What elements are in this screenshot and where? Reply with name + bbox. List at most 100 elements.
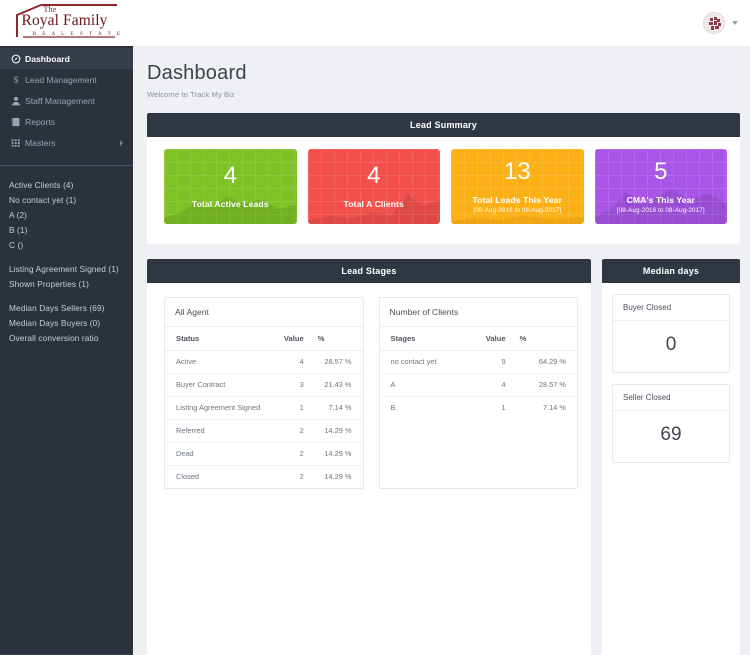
table-row[interactable]: Listing Agreement Signed 1 7.14 % [165, 396, 363, 420]
cell-value: 2 [299, 471, 304, 481]
summary-card-total-leads-this-year[interactable]: 13 Total Leads This Year [08-Aug-2016 to… [451, 149, 584, 224]
cell-percent: 7.14 % [542, 402, 566, 412]
cell-value: 4 [463, 373, 514, 397]
summary-card-value: 4 [367, 162, 381, 189]
median-days-header: Median days [602, 259, 740, 283]
col-value: Value [463, 327, 514, 351]
table-row[interactable]: Dead 2 14.29 % [165, 442, 363, 466]
stat-shown-properties: Shown Properties (1) [9, 279, 89, 289]
table-row[interactable]: B 1 7.14 % [380, 396, 578, 418]
sidebar-stats: Active Clients (4) No contact yet (1) A … [0, 166, 133, 346]
summary-card-label: Total A Clients [343, 199, 404, 209]
chevron-down-icon[interactable] [732, 21, 738, 25]
median-card-value: 69 [660, 424, 682, 445]
col-status: Status [165, 327, 272, 351]
stat-active-clients: Active Clients (4) [9, 180, 74, 190]
number-of-clients-title: Number of Clients [379, 298, 577, 327]
cell-percent: 64.29 % [513, 350, 577, 374]
col-percent: % [513, 327, 577, 351]
page-subtitle: Welcome to Track My Biz [147, 90, 235, 99]
number-of-clients-table: Stages Value % no contact yet 9 64.29 % … [379, 327, 578, 419]
dollar-icon: $ [11, 74, 25, 85]
logo-tagline-text: R E A L E S T A T E [32, 31, 123, 37]
cell-percent: 14.29 % [324, 471, 352, 481]
cell-value: 1 [271, 396, 312, 420]
stat-c: C () [9, 240, 24, 250]
dashboard-icon [11, 54, 25, 64]
all-agent-table: Status Value % Active 4 28.57 % Buyer Co… [165, 327, 363, 488]
median-card-label: Buyer Closed [613, 295, 729, 321]
summary-card-date: [08-Aug-2016 to 08-Aug-2017] [616, 206, 705, 214]
cell-percent: 7.14 % [311, 396, 363, 420]
user-icon [11, 96, 25, 106]
median-card-seller-closed: Seller Closed 69 [612, 384, 730, 463]
lead-stages-body: All Agent Status Value % Active 4 28.57 … [147, 283, 591, 655]
cell-percent: 28.57 % [311, 350, 363, 374]
col-value: Value [271, 327, 312, 351]
lower-row: Lead Stages All Agent Status Value % Act… [147, 259, 740, 655]
summary-card-total-a-clients[interactable]: 4 Total A Clients [307, 149, 440, 224]
sidebar-item-label: Reports [25, 116, 56, 127]
cell-value: 3 [271, 373, 312, 397]
summary-card-value: 13 [503, 157, 531, 185]
sidebar-item-lead-management[interactable]: $ Lead Management [0, 69, 133, 90]
main-content: Dashboard Welcome to Track My Biz Lead S… [133, 46, 750, 655]
page-title: Dashboard [147, 62, 247, 84]
avatar[interactable] [703, 12, 725, 34]
all-agent-card: All Agent Status Value % Active 4 28.57 … [164, 297, 364, 489]
stat-median-days-sellers: Median Days Sellers (69) [9, 303, 105, 313]
table-row[interactable]: Referred 2 14.29 % [165, 419, 363, 443]
sidebar-item-label: Lead Management [25, 74, 97, 85]
brand-logo[interactable]: The Royal Family R E A L E S T A T E [0, 0, 133, 46]
median-card-value: 0 [665, 334, 677, 355]
summary-card-cmas-this-year[interactable]: 5 CMA's This Year [08-Aug-2016 to 08-Aug… [594, 149, 727, 224]
stat-gap [9, 292, 133, 301]
lead-stages-panel: Lead Stages All Agent Status Value % Act… [147, 259, 591, 655]
cell-value: 4 [271, 350, 312, 374]
lead-summary-panel: Lead Summary 4 Total Active Leads 4 Tota… [147, 113, 740, 244]
table-row[interactable]: Buyer Contract 3 21.43 % [165, 373, 363, 397]
cell-stage: A [379, 373, 464, 397]
cell-value: 9 [463, 350, 514, 374]
grid-icon [11, 138, 25, 148]
sidebar-item-dashboard[interactable]: Dashboard [0, 48, 133, 69]
sidebar-item-label: Dashboard [25, 53, 70, 64]
summary-card-total-active-leads[interactable]: 4 Total Active Leads [164, 149, 297, 224]
sidebar-nav: Dashboard $ Lead Management Staff Manage… [0, 46, 133, 153]
table-row[interactable]: Closed 2 14.29 % [165, 465, 363, 487]
median-card-buyer-closed: Buyer Closed 0 [612, 294, 730, 373]
table-row[interactable]: Active 4 28.57 % [165, 350, 363, 374]
table-row[interactable]: no contact yet 9 64.29 % [379, 350, 577, 374]
col-stages: Stages [379, 327, 464, 351]
cell-stage: no contact yet [379, 350, 464, 374]
logo-name-text: Royal Family [21, 12, 108, 29]
page-header: Dashboard Welcome to Track My Biz [133, 46, 750, 99]
cell-stage: B [390, 402, 396, 412]
summary-card-date: [08-Aug-2016 to 08-Aug-2017] [473, 206, 562, 214]
avatar-image [704, 13, 724, 33]
cell-value: 2 [271, 442, 312, 466]
stat-overall-conversion: Overall conversion ratio [9, 333, 99, 343]
stat-b: B (1) [9, 225, 28, 235]
table-row[interactable]: A 4 28.57 % [379, 373, 577, 397]
stat-a: A (2) [9, 210, 28, 220]
svg-text:$: $ [14, 75, 19, 85]
chevron-right-icon [120, 139, 123, 146]
sidebar-item-label: Staff Management [25, 95, 96, 106]
stat-no-contact-yet: No contact yet (1) [9, 195, 77, 205]
stat-listing-agreement-signed: Listing Agreement Signed (1) [9, 264, 119, 274]
sidebar-item-reports[interactable]: Reports [0, 111, 133, 132]
lead-stages-header: Lead Stages [147, 259, 591, 283]
median-days-panel: Median days Buyer Closed 0 Seller Closed… [602, 259, 740, 655]
lead-summary-cards: 4 Total Active Leads 4 Total A Clients 1… [147, 137, 740, 244]
lead-stages-tables: All Agent Status Value % Active 4 28.57 … [147, 283, 591, 489]
top-bar: The Royal Family R E A L E S T A T E [0, 0, 750, 46]
sidebar-item-masters[interactable]: Masters [0, 132, 133, 153]
all-agent-title: All Agent [165, 298, 363, 327]
body-row: Dashboard $ Lead Management Staff Manage… [0, 46, 750, 655]
sidebar-item-staff-management[interactable]: Staff Management [0, 90, 133, 111]
table-header-row: Status Value % [165, 327, 363, 351]
summary-card-label: CMA's This Year [626, 194, 695, 205]
cell-percent: 21.43 % [311, 373, 363, 397]
